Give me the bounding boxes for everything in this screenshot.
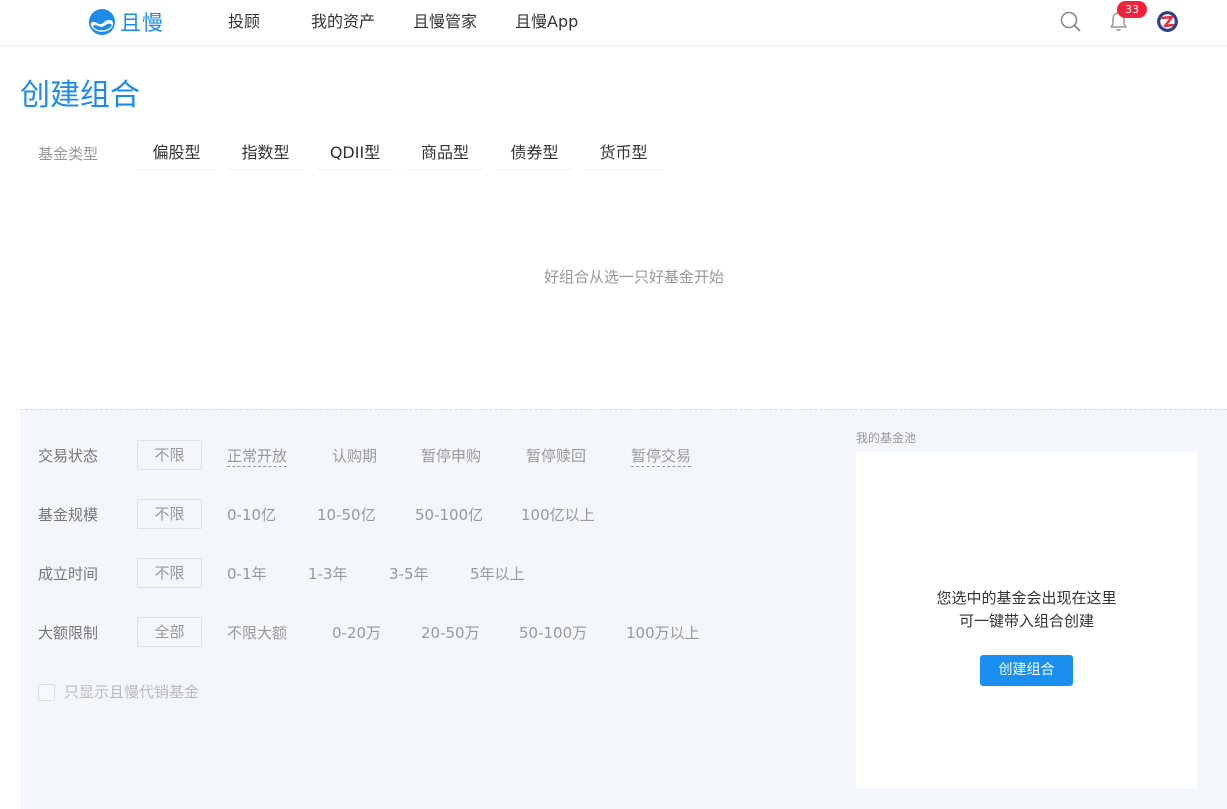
tab-money-fund[interactable]: 货币型 [585,141,662,170]
agent-funds-checkbox-label[interactable]: 只显示且慢代销基金 [64,681,199,703]
tab-equity-fund[interactable]: 偏股型 [138,141,215,170]
filter-option[interactable]: 50-100亿 [415,504,483,526]
nav-my-assets[interactable]: 我的资产 [311,11,375,33]
agent-funds-checkbox[interactable] [38,684,55,701]
empty-state-hint: 好组合从选一只好基金开始 [543,268,724,286]
tab-qdii-fund[interactable]: QDII型 [316,141,394,170]
filter-option[interactable]: 暂停交易 [631,446,692,467]
nav-qieman-app[interactable]: 且慢App [515,11,578,33]
tab-index-fund[interactable]: 指数型 [227,141,304,170]
filter-option[interactable]: 0-1年 [227,563,267,585]
filter-option[interactable]: 0-20万 [332,622,381,644]
filter-label-fund-size: 基金规模 [38,506,99,524]
filter-option[interactable]: 3-5年 [389,563,429,585]
page-title: 创建组合 [20,78,140,113]
fund-pool: 您选中的基金会出现在这里 可一键带入组合创建 创建组合 [856,452,1197,788]
filter-option[interactable]: 100亿以上 [521,504,595,526]
avatar-image [1157,11,1178,32]
fund-pool-hint-line1: 您选中的基金会出现在这里 [936,589,1117,607]
logo-icon [89,9,115,35]
create-portfolio-button[interactable]: 创建组合 [980,655,1073,686]
avatar[interactable] [1157,11,1178,32]
tab-bond-fund[interactable]: 债券型 [496,141,573,170]
filter-panel: 交易状态 不限 正常开放 认购期 暂停申购 暂停赎回 暂停交易 基金规模 不限 … [20,409,1227,809]
nav-qieman-butler[interactable]: 且慢管家 [413,11,477,33]
nav-advisor[interactable]: 投顾 [228,11,260,33]
search-icon[interactable] [1060,11,1081,32]
filter-option-selected[interactable]: 不限 [137,440,202,470]
filter-option[interactable]: 不限大额 [227,622,287,644]
filter-label-trade-status: 交易状态 [38,447,99,465]
filter-option[interactable]: 100万以上 [626,622,700,644]
filter-option[interactable]: 暂停赎回 [526,445,586,467]
filter-option[interactable]: 暂停申购 [421,445,481,467]
logo-text: 且慢 [120,11,164,35]
filter-option[interactable]: 0-10亿 [227,504,276,526]
filter-option[interactable]: 20-50万 [421,622,480,644]
top-nav: 且慢 投顾 我的资产 且慢管家 且慢App 33 [0,0,1227,46]
fund-pool-title: 我的基金池 [856,431,917,445]
filter-option-selected[interactable]: 不限 [137,499,202,529]
fund-type-label: 基金类型 [38,145,99,163]
notification-badge[interactable]: 33 [1117,1,1147,18]
filter-label-large-limit: 大额限制 [38,624,99,642]
filter-option-selected[interactable]: 全部 [137,617,202,647]
fund-pool-hint-line2: 可一键带入组合创建 [958,612,1094,630]
filter-option[interactable]: 5年以上 [470,563,525,585]
filter-option[interactable]: 50-100万 [519,622,587,644]
filter-option[interactable]: 认购期 [332,445,377,467]
filter-option[interactable]: 正常开放 [227,446,288,467]
tab-commodity-fund[interactable]: 商品型 [406,141,484,170]
filter-option[interactable]: 10-50亿 [317,504,376,526]
filter-option[interactable]: 1-3年 [308,563,348,585]
logo[interactable]: 且慢 [88,7,164,37]
filter-label-inception: 成立时间 [38,565,99,583]
filter-option-selected[interactable]: 不限 [137,558,202,588]
